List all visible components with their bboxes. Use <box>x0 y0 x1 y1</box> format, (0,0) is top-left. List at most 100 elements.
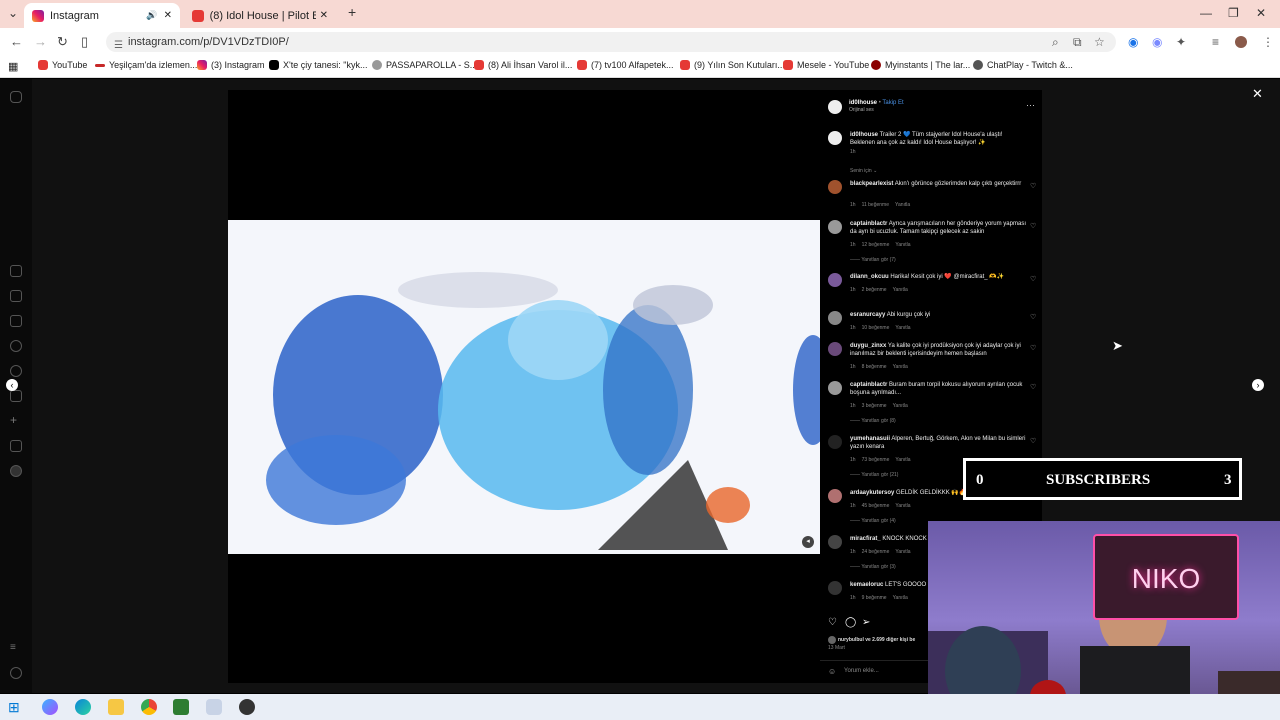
tab-search-icon[interactable]: ⌄ <box>8 6 18 20</box>
mute-icon[interactable]: ◂ <box>802 536 814 548</box>
extension-icon[interactable]: ◉ <box>1128 35 1138 49</box>
instagram-logo-icon[interactable] <box>10 91 22 103</box>
reply-button[interactable]: Yanıtla <box>893 403 908 409</box>
view-replies-button[interactable]: —— Yanıtları gör (3) <box>850 564 896 570</box>
extension-icon[interactable]: ◉ <box>1152 35 1162 49</box>
reply-button[interactable]: Yanıtla <box>895 503 910 509</box>
comment-username[interactable]: miracfirat_ <box>850 536 881 542</box>
view-replies-button[interactable]: —— Yanıtları gör (8) <box>850 418 896 424</box>
comment-likes[interactable]: 24 beğenme <box>862 549 890 555</box>
view-replies-button[interactable]: —— Yanıtları gör (4) <box>850 518 896 524</box>
comment-likes[interactable]: 3 beğenme <box>862 403 887 409</box>
audio-label[interactable]: Orijinal ses <box>849 107 904 113</box>
next-post-icon[interactable]: › <box>1252 379 1264 391</box>
video-frame[interactable] <box>228 220 820 554</box>
obs-icon[interactable] <box>239 699 255 715</box>
messages-icon[interactable] <box>10 315 22 327</box>
bookmark-star-icon[interactable]: ☆ <box>1094 35 1105 49</box>
chrome-active-icon[interactable] <box>206 699 222 715</box>
emoji-icon[interactable]: ☺ <box>828 667 836 676</box>
site-info-icon[interactable]: ☰ <box>114 36 123 56</box>
comment-username[interactable]: captainblactr <box>850 382 887 388</box>
more-options-icon[interactable]: ⋯ <box>1026 100 1035 111</box>
comment-likes[interactable]: 11 beğenme <box>862 202 889 208</box>
more-menu-icon[interactable]: ≡ <box>10 642 22 654</box>
comment-likes[interactable]: 2 beğenme <box>862 287 887 293</box>
store-icon[interactable] <box>173 699 189 715</box>
back-icon[interactable]: ← <box>10 34 23 49</box>
profile-avatar[interactable] <box>1235 36 1247 48</box>
apps-icon[interactable]: ▦ <box>8 60 18 73</box>
explore-icon[interactable] <box>10 365 22 377</box>
comment-like-icon[interactable]: ♡ <box>1030 383 1036 391</box>
commenter-avatar[interactable] <box>828 180 842 194</box>
notifications-icon[interactable] <box>10 390 22 402</box>
install-icon[interactable]: ⧉ <box>1073 35 1082 50</box>
file-explorer-icon[interactable] <box>108 699 124 715</box>
dashboard-icon[interactable] <box>10 440 22 452</box>
comment-username[interactable]: captainblactr <box>850 221 887 227</box>
reels-icon[interactable] <box>10 290 22 302</box>
comment-likes[interactable]: 45 beğenme <box>862 503 890 509</box>
tab-instagram[interactable]: Instagram 🔊 ✕ <box>24 3 180 28</box>
bookmark-item[interactable]: ChatPlay - Twitch &... <box>973 60 1073 70</box>
zoom-icon[interactable]: ⌕ <box>1052 35 1059 50</box>
reply-button[interactable]: Yanıtla <box>895 549 910 555</box>
avatar[interactable] <box>828 100 842 114</box>
edge-icon[interactable] <box>75 699 91 715</box>
address-bar[interactable]: ☰ instagram.com/p/DV1VDzTDI0P/ <box>106 32 1116 52</box>
home-icon[interactable] <box>10 265 22 277</box>
comment-input[interactable]: Yorum ekle... <box>844 668 879 674</box>
post-username[interactable]: id0lhouse <box>849 100 877 106</box>
tab-idol-house[interactable]: (8) Idol House | Pilot Bölüm - Yo ✕ <box>184 3 336 28</box>
commenter-avatar[interactable] <box>828 311 842 325</box>
threads-icon[interactable] <box>10 667 22 679</box>
bookmark-item[interactable]: Mesele - YouTube <box>783 60 869 70</box>
comment-likes[interactable]: 9 beğenme <box>862 595 887 601</box>
bookmark-item[interactable]: Yeşilçam'da izlemen... <box>95 60 197 70</box>
comment-username[interactable]: blackpearlexist <box>850 181 893 187</box>
comment-likes[interactable]: 12 beğenme <box>862 242 890 248</box>
commenter-avatar[interactable] <box>828 273 842 287</box>
reload-icon[interactable]: ↻ <box>57 34 68 50</box>
bookmark-item[interactable]: (8) Ali İhsan Varol il... <box>474 60 572 70</box>
restore-icon[interactable]: ❐ <box>1228 6 1239 20</box>
comment-like-icon[interactable]: ♡ <box>1030 344 1036 352</box>
comment-like-icon[interactable]: ♡ <box>1030 275 1036 283</box>
reply-button[interactable]: Yanıtla <box>895 202 910 208</box>
commenter-avatar[interactable] <box>828 581 842 595</box>
minimize-icon[interactable]: — <box>1200 6 1212 20</box>
comment-username[interactable]: kemaeloruc <box>850 582 883 588</box>
comment-likes[interactable]: 10 beğenme <box>862 325 890 331</box>
bookmark-item[interactable]: (7) tv100 Alfapetek... <box>577 60 674 70</box>
comment-like-icon[interactable]: ♡ <box>1030 437 1036 445</box>
bookmark-item[interactable]: X'te çiy tanesi: "kyk... <box>269 60 367 70</box>
comment-username[interactable]: ardaaykutersoy <box>850 490 894 496</box>
comment-username[interactable]: dilann_okcuu <box>850 274 889 280</box>
reply-button[interactable]: Yanıtla <box>895 457 910 463</box>
speaker-icon[interactable]: 🔊 <box>146 10 157 21</box>
close-tab-icon[interactable]: ✕ <box>164 10 172 21</box>
comment-username[interactable]: yumehanasuii <box>850 436 890 442</box>
reply-button[interactable]: Yanıtla <box>893 364 908 370</box>
reply-button[interactable]: Yanıtla <box>893 595 908 601</box>
follow-button[interactable]: Takip Et <box>882 100 903 106</box>
comment-likes[interactable]: 73 beğenme <box>862 457 890 463</box>
share-icon[interactable]: ➢ <box>862 617 870 628</box>
like-icon[interactable]: ♡ <box>828 617 837 628</box>
chrome-icon[interactable] <box>141 699 157 715</box>
view-replies-button[interactable]: —— Yanıtları gör (21) <box>850 472 898 478</box>
comment-username[interactable]: esranurcayy <box>850 312 885 318</box>
copilot-icon[interactable] <box>42 699 58 715</box>
search-icon[interactable] <box>10 340 22 352</box>
profile-icon[interactable] <box>10 465 22 477</box>
start-windows-icon[interactable]: ⊞ <box>8 699 24 715</box>
bookmark-item[interactable]: PASSAPAROLLA - S... <box>372 60 477 70</box>
media-control-icon[interactable]: ≡ <box>1212 35 1219 49</box>
forward-icon[interactable]: → <box>34 34 47 49</box>
bookmark-item[interactable]: Myinstants | The lar... <box>871 60 970 70</box>
commenter-avatar[interactable] <box>828 435 842 449</box>
comment-icon[interactable]: ◯ <box>845 617 856 628</box>
reply-button[interactable]: Yanıtla <box>895 325 910 331</box>
reply-button[interactable]: Yanıtla <box>893 287 908 293</box>
